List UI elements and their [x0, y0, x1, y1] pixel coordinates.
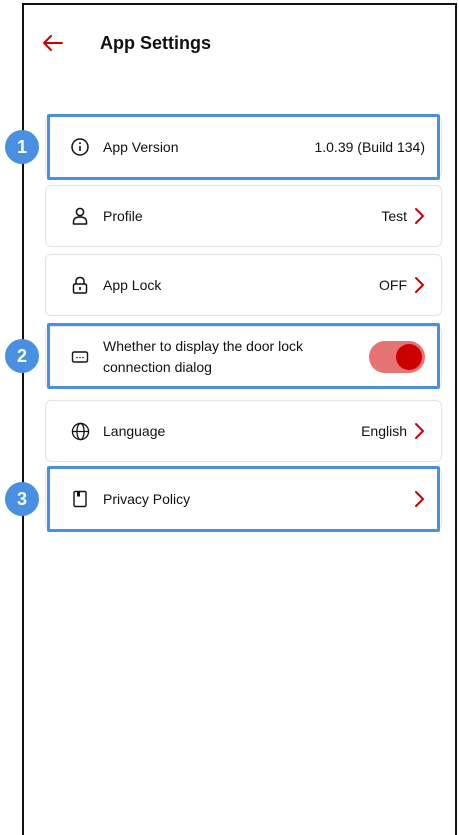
- profile-value-wrap: Test: [381, 207, 425, 225]
- chevron-right-icon: [413, 207, 425, 225]
- annotation-badge-1: 1: [5, 130, 39, 164]
- person-icon: [70, 206, 90, 226]
- app-lock-value: OFF: [379, 277, 407, 293]
- app-lock-value-wrap: OFF: [379, 276, 425, 294]
- highlight-box-2: [47, 323, 440, 389]
- profile-label: Profile: [103, 208, 143, 224]
- annotation-badge-2: 2: [5, 339, 39, 373]
- lock-icon: [70, 275, 90, 295]
- language-value-wrap: English: [361, 422, 425, 440]
- page-title: App Settings: [100, 32, 211, 53]
- annotation-badge-3: 3: [5, 482, 39, 516]
- header: App Settings: [40, 30, 211, 56]
- chevron-right-icon: [413, 422, 425, 440]
- globe-icon: [70, 421, 90, 441]
- highlight-box-3: [47, 466, 440, 532]
- language-row[interactable]: Language English: [45, 400, 442, 462]
- app-lock-label: App Lock: [103, 277, 162, 293]
- language-value: English: [361, 423, 407, 439]
- profile-value: Test: [381, 208, 407, 224]
- profile-row[interactable]: Profile Test: [45, 185, 442, 247]
- back-arrow-icon: [43, 35, 63, 51]
- chevron-right-icon: [413, 276, 425, 294]
- language-label: Language: [103, 423, 166, 439]
- back-button[interactable]: [40, 30, 66, 56]
- highlight-box-1: [47, 114, 440, 180]
- app-lock-row[interactable]: App Lock OFF: [45, 254, 442, 316]
